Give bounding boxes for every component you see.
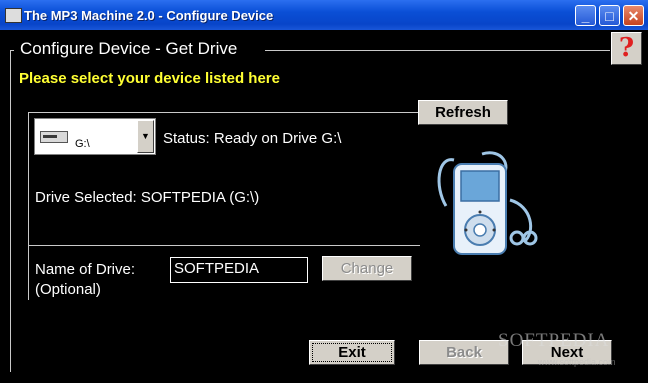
- app-icon: [5, 8, 22, 23]
- instruction-text: Please select your device listed here: [19, 70, 280, 87]
- group-title: Configure Device - Get Drive: [20, 39, 238, 58]
- drive-icon: [40, 131, 68, 143]
- change-button[interactable]: Change: [322, 256, 412, 281]
- name-of-drive-label: Name of Drive:: [35, 261, 136, 278]
- watermark-url: www.softpedia.com: [538, 357, 616, 367]
- minimize-button[interactable]: _: [575, 5, 596, 26]
- status-text: Status: Ready on Drive G:\: [163, 130, 342, 147]
- window-title: The MP3 Machine 2.0 - Configure Device: [24, 8, 274, 23]
- chevron-down-icon[interactable]: ▼: [137, 120, 154, 153]
- drive-select-value: G:\: [75, 138, 90, 150]
- inner-frame-divider: [28, 245, 420, 246]
- back-button[interactable]: Back: [419, 340, 509, 365]
- group-frame-top-left: [10, 50, 14, 51]
- exit-button[interactable]: Exit: [309, 340, 395, 365]
- group-frame: [10, 50, 11, 372]
- help-button[interactable]: ?: [611, 32, 642, 65]
- optional-label: (Optional): [35, 281, 101, 298]
- help-icon: ?: [618, 33, 635, 63]
- close-button[interactable]: ✕: [623, 5, 644, 26]
- group-frame-top-right: [265, 50, 610, 51]
- inner-frame-top: [28, 112, 420, 113]
- refresh-button[interactable]: Refresh: [418, 100, 508, 125]
- drive-name-input[interactable]: SOFTPEDIA: [170, 257, 308, 283]
- mp3-player-icon: [437, 151, 538, 255]
- drive-select[interactable]: G:\ ▼: [34, 118, 156, 155]
- drive-selected-text: Drive Selected: SOFTPEDIA (G:\): [35, 189, 260, 206]
- inner-frame-left: [28, 112, 29, 300]
- watermark-text: SOFTPEDIA: [498, 330, 610, 351]
- title-bar[interactable]: The MP3 Machine 2.0 - Configure Device _…: [0, 0, 648, 30]
- maximize-button[interactable]: □: [599, 5, 620, 26]
